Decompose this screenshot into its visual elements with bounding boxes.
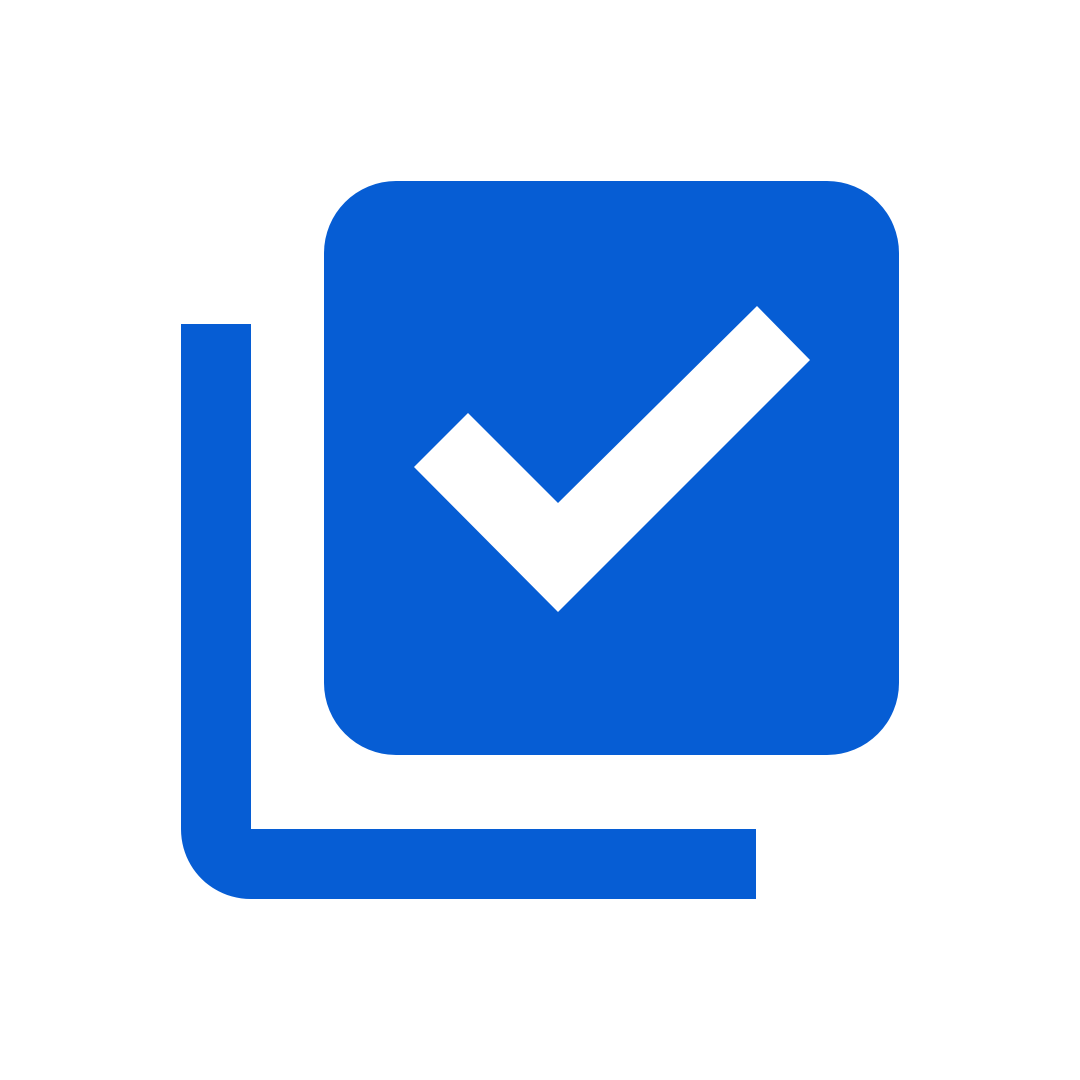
icon-canvas [0,0,1080,1080]
library-add-check-icon [0,0,1080,1080]
library-add-check-svg [181,181,899,899]
